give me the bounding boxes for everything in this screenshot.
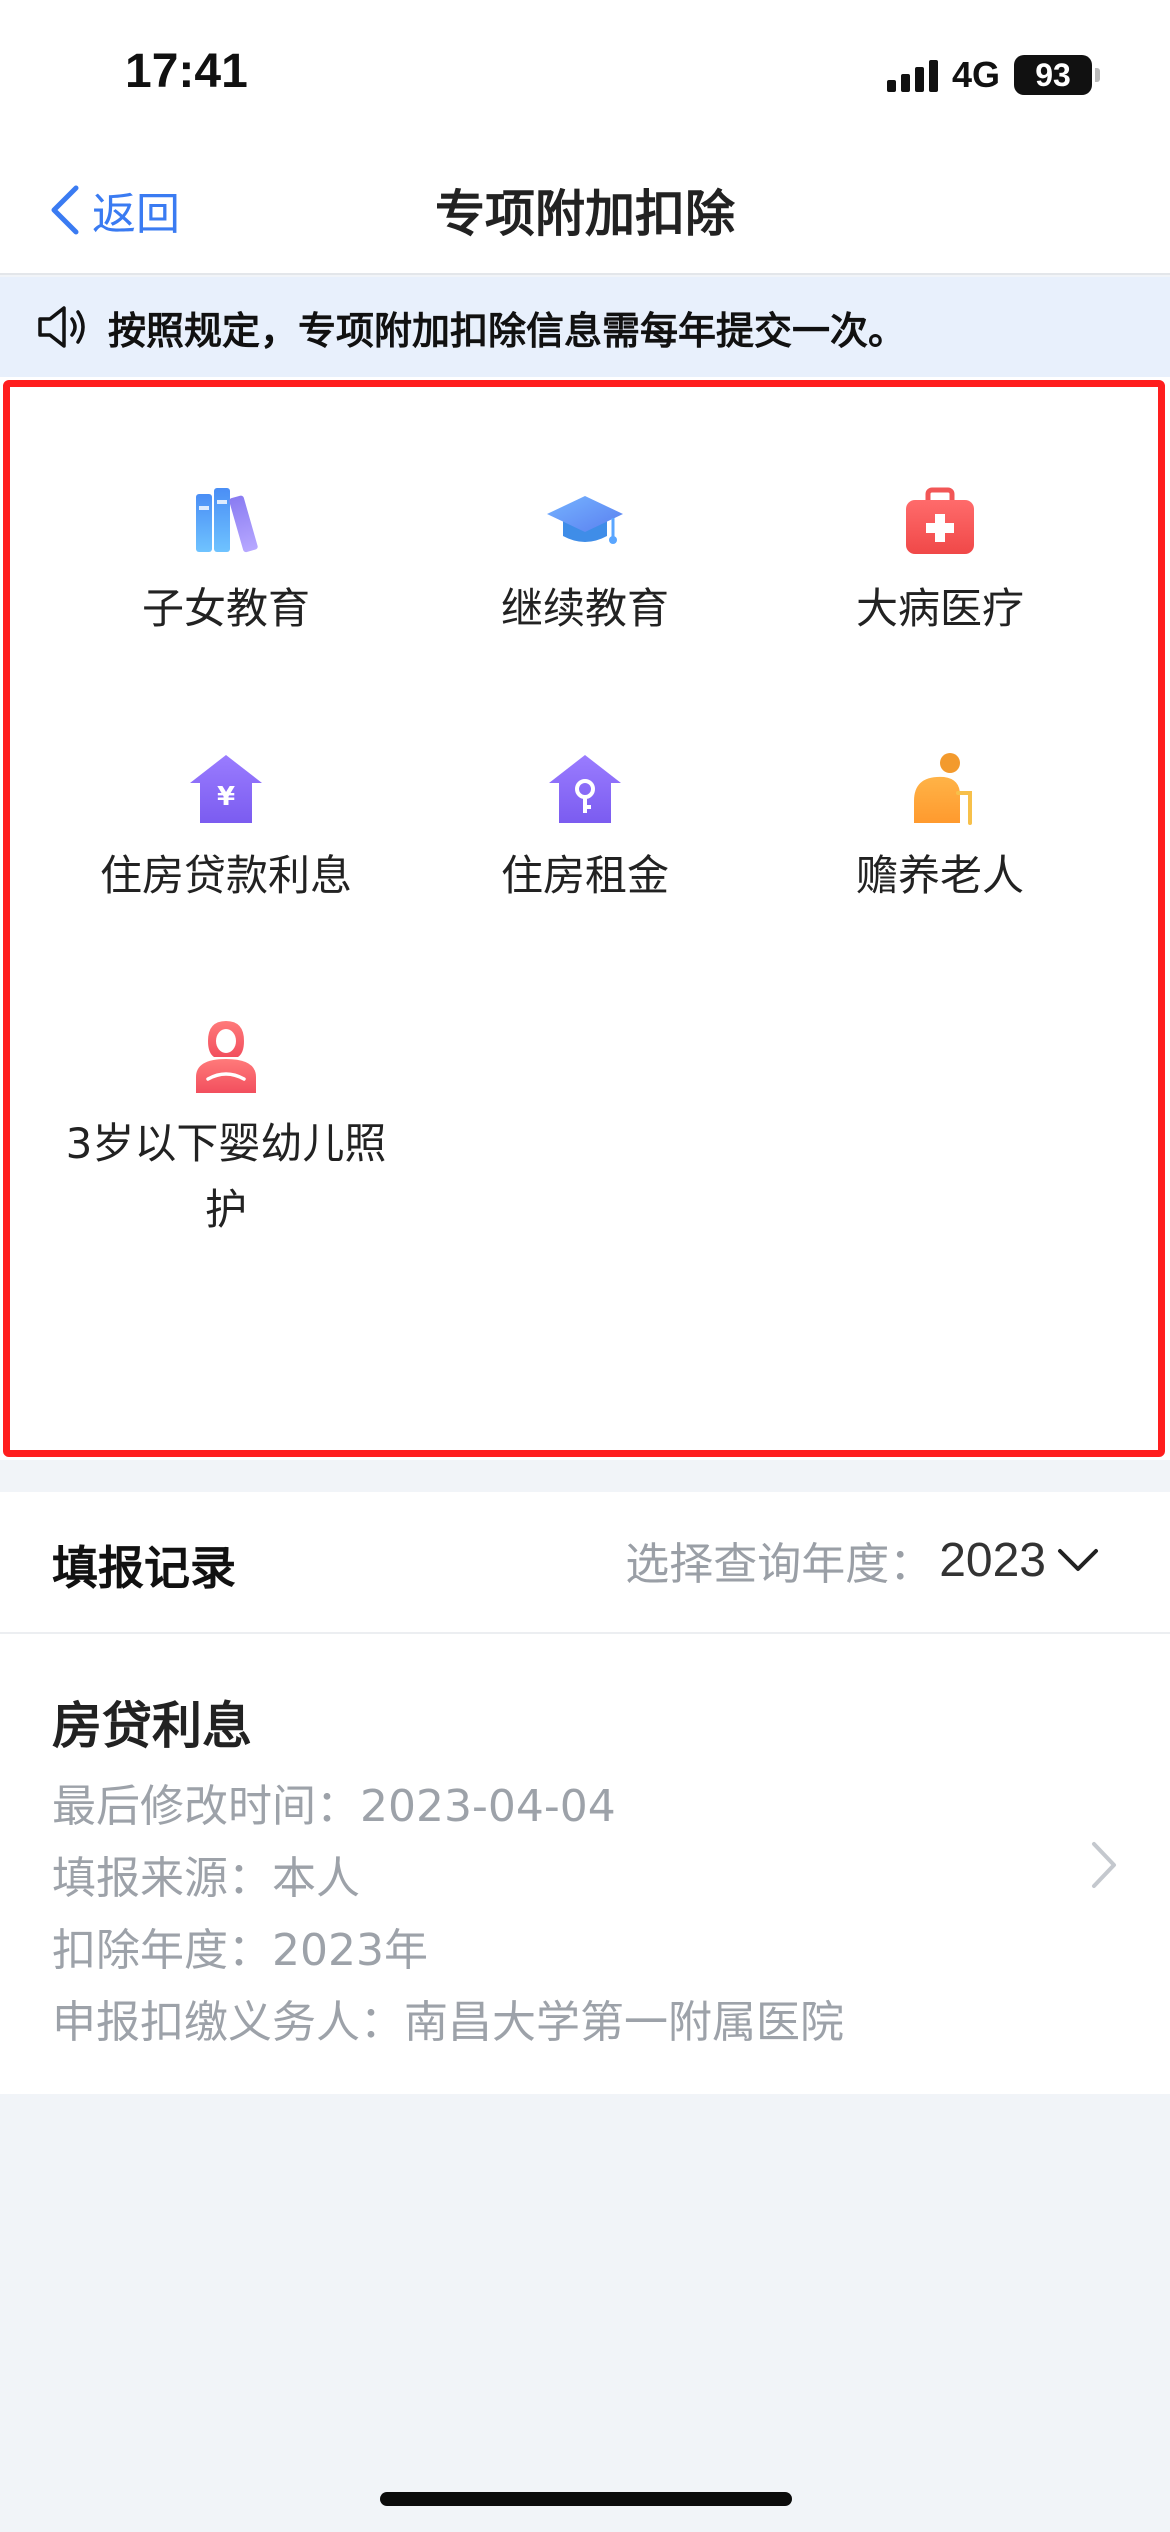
record-source: 填报来源：本人 [52,1853,360,1904]
svg-text:¥: ¥ [217,782,235,812]
category-label: 3岁以下婴幼儿照护 [65,1119,387,1234]
elderly-person-icon [914,753,972,825]
chevron-right-icon [1092,1842,1116,1888]
year-selector-label: 选择查询年度： [625,1539,934,1590]
medical-kit-icon [906,487,974,554]
record-title: 房贷利息 [52,1697,252,1755]
battery-icon: 93 [1014,55,1100,95]
year-selector[interactable]: 选择查询年度： 2023 [625,1528,1100,1592]
category-label: 住房租金 [500,851,669,900]
category-continuing-education[interactable]: 继续教育 [395,482,775,642]
books-icon [196,488,258,553]
deduction-category-panel: 子女教育 继续教育 大病医疗 ¥ 住房贷款利息 住房租金 赡养老人 3岁以下婴幼… [0,377,1170,1460]
house-yuan-icon: ¥ [190,755,262,823]
chevron-down-icon [1058,1549,1098,1571]
category-infant-care[interactable]: 3岁以下婴幼儿照护 [36,1017,416,1243]
category-label: 赡养老人 [855,851,1024,900]
record-deduction-year: 扣除年度：2023年 [52,1925,428,1976]
status-indicators: 4G 93 [886,52,1100,98]
speaker-icon [38,306,85,348]
records-title: 填报记录 [52,1541,236,1595]
category-housing-loan-interest[interactable]: ¥ 住房贷款利息 [36,749,416,909]
year-selector-value: 2023 [939,1533,1046,1587]
category-label: 子女教育 [141,584,310,633]
record-modified-time: 最后修改时间：2023-04-04 [52,1781,616,1832]
category-housing-rent[interactable]: 住房租金 [395,749,775,909]
notice-text: 按照规定，专项附加扣除信息需每年提交一次。 [108,308,907,353]
graduation-cap-icon [547,496,623,544]
category-serious-illness[interactable]: 大病医疗 [750,482,1130,642]
mother-baby-icon [196,1021,256,1093]
page-title: 专项附加扣除 [435,185,735,243]
category-children-education[interactable]: 子女教育 [36,482,416,642]
network-type: 4G [951,54,1000,95]
house-key-icon [549,755,621,823]
nav-bar: 返回 专项附加扣除 [0,150,1170,275]
category-label: 大病医疗 [855,584,1024,633]
category-elderly-support[interactable]: 赡养老人 [750,749,1130,909]
category-label: 继续教育 [500,584,669,633]
status-time: 17:41 [125,45,248,98]
home-indicator[interactable] [380,2492,792,2506]
status-bar: 17:41 4G 93 [0,0,1170,150]
records-header: 填报记录 选择查询年度： 2023 [0,1492,1170,1634]
notice-banner: 按照规定，专项附加扣除信息需每年提交一次。 [0,277,1170,377]
category-label: 住房贷款利息 [99,851,352,900]
signal-icon [886,58,938,92]
record-withholder: 申报扣缴义务人：南昌大学第一附属医院 [52,1997,844,2048]
record-card[interactable]: 房贷利息 最后修改时间：2023-04-04 填报来源：本人 扣除年度：2023… [0,1634,1170,2094]
